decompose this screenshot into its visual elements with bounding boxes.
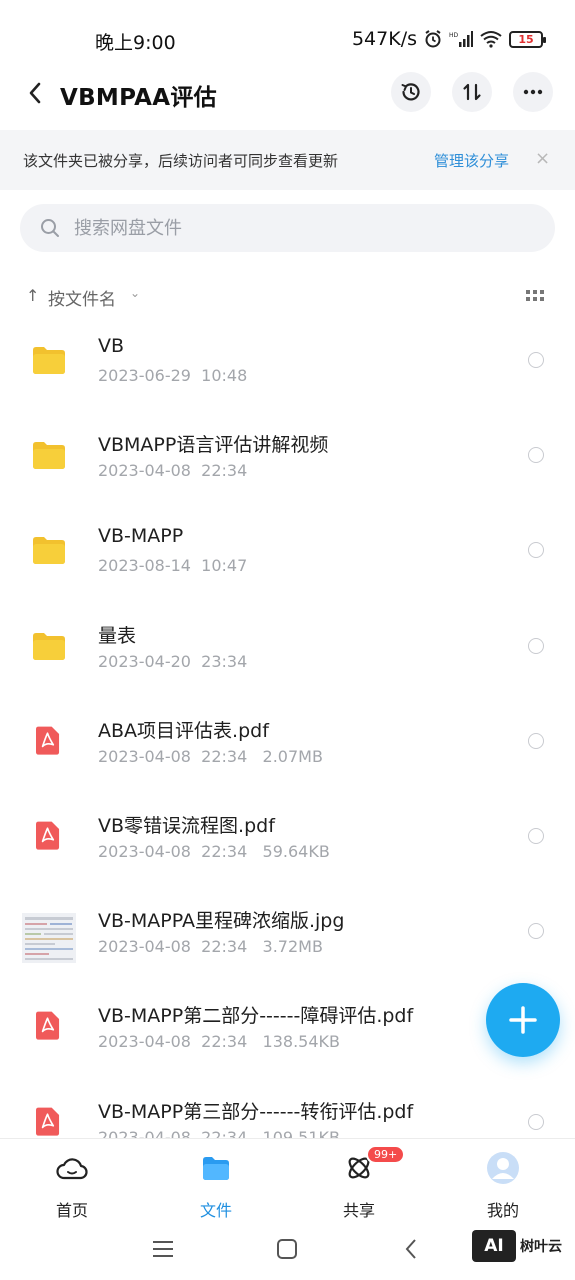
select-checkbox[interactable] bbox=[528, 542, 544, 559]
pdf-icon bbox=[36, 1011, 60, 1040]
share-banner: 该文件夹已被分享，后续访问者可同步查看更新 管理该分享 × bbox=[0, 130, 575, 190]
back-button[interactable] bbox=[18, 76, 52, 110]
file-name: ABA项目评估表.pdf bbox=[98, 719, 269, 742]
sort-row: ↑ 按文件名 ⌄ bbox=[0, 282, 575, 312]
file-meta: 2023-06-29 10:48 bbox=[98, 366, 248, 385]
system-nav-bar: AI 树叶云 bbox=[0, 1220, 575, 1280]
file-row[interactable]: VB-MAPP 2023-08-14 10:47 bbox=[0, 505, 575, 600]
watermark-text: 树叶云 bbox=[520, 1239, 562, 1255]
sort-direction-icon[interactable]: ↑ bbox=[26, 286, 39, 305]
nav-label-home: 首页 bbox=[55, 1201, 88, 1220]
pdf-icon bbox=[36, 821, 60, 850]
wifi-icon bbox=[479, 30, 503, 48]
file-row[interactable]: 量表 2023-04-20 23:34 bbox=[0, 601, 575, 696]
title-bar: VBMPAA评估 bbox=[0, 62, 575, 124]
nav-label-profile: 我的 bbox=[486, 1201, 519, 1220]
select-checkbox[interactable] bbox=[528, 923, 544, 940]
alarm-icon bbox=[423, 29, 443, 49]
folder-icon bbox=[33, 632, 65, 660]
close-icon[interactable]: × bbox=[535, 148, 550, 169]
file-name: VB-MAPPA里程碑浓缩版.jpg bbox=[98, 910, 345, 933]
file-name: VB-MAPP第二部分------障碍评估.pdf bbox=[98, 1005, 414, 1028]
watermark-badge: AI bbox=[472, 1230, 516, 1262]
nav-label-files: 文件 bbox=[199, 1201, 232, 1220]
select-checkbox[interactable] bbox=[528, 1113, 544, 1130]
file-row[interactable]: VB 2023-06-29 10:48 bbox=[0, 315, 575, 410]
folder-icon bbox=[199, 1151, 233, 1185]
file-row[interactable]: VB零错误流程图.pdf 2023-04-08 22:34 59.64KB bbox=[0, 791, 575, 886]
file-meta: 2023-04-08 22:34 3.72MB bbox=[98, 937, 323, 957]
status-indicators: 547K/s HD 15 bbox=[351, 28, 546, 50]
search-box[interactable] bbox=[20, 204, 555, 252]
avatar-icon bbox=[486, 1151, 520, 1185]
history-icon bbox=[401, 83, 420, 101]
nav-label-share: 共享 bbox=[342, 1201, 375, 1220]
folder-icon bbox=[33, 537, 65, 565]
select-checkbox[interactable] bbox=[528, 732, 544, 749]
file-row[interactable]: ABA项目评估表.pdf 2023-04-08 22:34 2.07MB bbox=[0, 696, 575, 791]
nav-home[interactable]: 首页 bbox=[27, 1151, 117, 1221]
file-meta: 2023-04-08 22:34 2.07MB bbox=[98, 746, 323, 766]
sort-button[interactable] bbox=[452, 72, 492, 112]
sort-icon bbox=[463, 83, 481, 101]
nav-files[interactable]: 文件 bbox=[171, 1151, 261, 1221]
file-name: VB零错误流程图.pdf bbox=[98, 814, 275, 837]
file-row[interactable]: VBMAPP语言评估讲解视频 2023-04-08 22:34 bbox=[0, 410, 575, 505]
pdf-icon bbox=[36, 726, 60, 755]
folder-icon bbox=[33, 442, 65, 470]
menu-icon[interactable] bbox=[148, 1234, 178, 1264]
nav-share[interactable]: 99+ 共享 bbox=[314, 1145, 406, 1221]
add-button[interactable] bbox=[486, 983, 560, 1057]
file-name: VB-MAPP第三部分------转衔评估.pdf bbox=[98, 1100, 414, 1123]
file-name: VBMAPP语言评估讲解视频 bbox=[98, 434, 329, 457]
back-nav-icon[interactable] bbox=[396, 1234, 426, 1264]
signal-icon: HD bbox=[449, 30, 473, 48]
manage-share-link[interactable]: 管理该分享 bbox=[434, 150, 509, 171]
image-thumbnail-icon bbox=[22, 913, 76, 964]
page-title: VBMPAA评估 bbox=[60, 85, 217, 111]
search-icon bbox=[41, 219, 59, 237]
file-meta: 2023-04-08 22:34 138.54KB bbox=[98, 1032, 340, 1052]
select-checkbox[interactable] bbox=[528, 447, 544, 464]
battery-icon: 15 bbox=[509, 30, 546, 48]
share-icon: 99+ bbox=[342, 1145, 406, 1185]
file-name: 量表 bbox=[98, 624, 137, 647]
share-banner-text: 该文件夹已被分享，后续访问者可同步查看更新 bbox=[23, 152, 339, 170]
chevron-down-icon[interactable]: ⌄ bbox=[130, 286, 140, 300]
file-row[interactable]: VB-MAPPA里程碑浓缩版.jpg 2023-04-08 22:34 3.72M… bbox=[0, 886, 575, 981]
more-button[interactable] bbox=[513, 72, 553, 112]
plus-icon bbox=[509, 1006, 537, 1034]
file-row[interactable]: VB-MAPP第三部分------转衔评估.pdf 2023-04-08 22:3… bbox=[0, 1077, 575, 1139]
file-name: VB-MAPP bbox=[98, 525, 184, 548]
file-meta: 2023-04-08 22:34 59.64KB bbox=[98, 841, 330, 861]
select-checkbox[interactable] bbox=[528, 827, 544, 844]
status-time: 晚上9:00 bbox=[95, 32, 176, 54]
bottom-nav: 首页 文件 99+ 共享 我的 bbox=[0, 1138, 575, 1220]
search-input[interactable] bbox=[74, 212, 534, 244]
file-meta: 2023-04-08 22:34 109.51KB bbox=[98, 1127, 340, 1139]
more-icon bbox=[523, 89, 543, 95]
cloud-icon bbox=[55, 1151, 89, 1185]
home-icon[interactable] bbox=[272, 1234, 302, 1264]
network-speed: 547K/s bbox=[351, 28, 417, 50]
select-checkbox[interactable] bbox=[528, 352, 544, 368]
sort-label[interactable]: 按文件名 bbox=[48, 285, 116, 310]
file-meta: 2023-08-14 10:47 bbox=[98, 556, 248, 576]
folder-icon bbox=[33, 347, 65, 374]
history-button[interactable] bbox=[391, 72, 431, 112]
grid-view-icon[interactable] bbox=[526, 290, 544, 304]
svg-text:HD: HD bbox=[449, 32, 459, 39]
select-checkbox[interactable] bbox=[528, 637, 544, 654]
pdf-icon bbox=[36, 1107, 60, 1136]
watermark-logo: AI 树叶云 bbox=[472, 1230, 562, 1262]
chevron-left-icon bbox=[29, 82, 41, 104]
file-meta: 2023-04-20 23:34 bbox=[98, 651, 248, 671]
file-name: VB bbox=[98, 335, 125, 357]
nav-profile[interactable]: 我的 bbox=[458, 1151, 548, 1221]
notification-badge: 99+ bbox=[366, 1145, 406, 1164]
file-meta: 2023-04-08 22:34 bbox=[98, 461, 248, 481]
